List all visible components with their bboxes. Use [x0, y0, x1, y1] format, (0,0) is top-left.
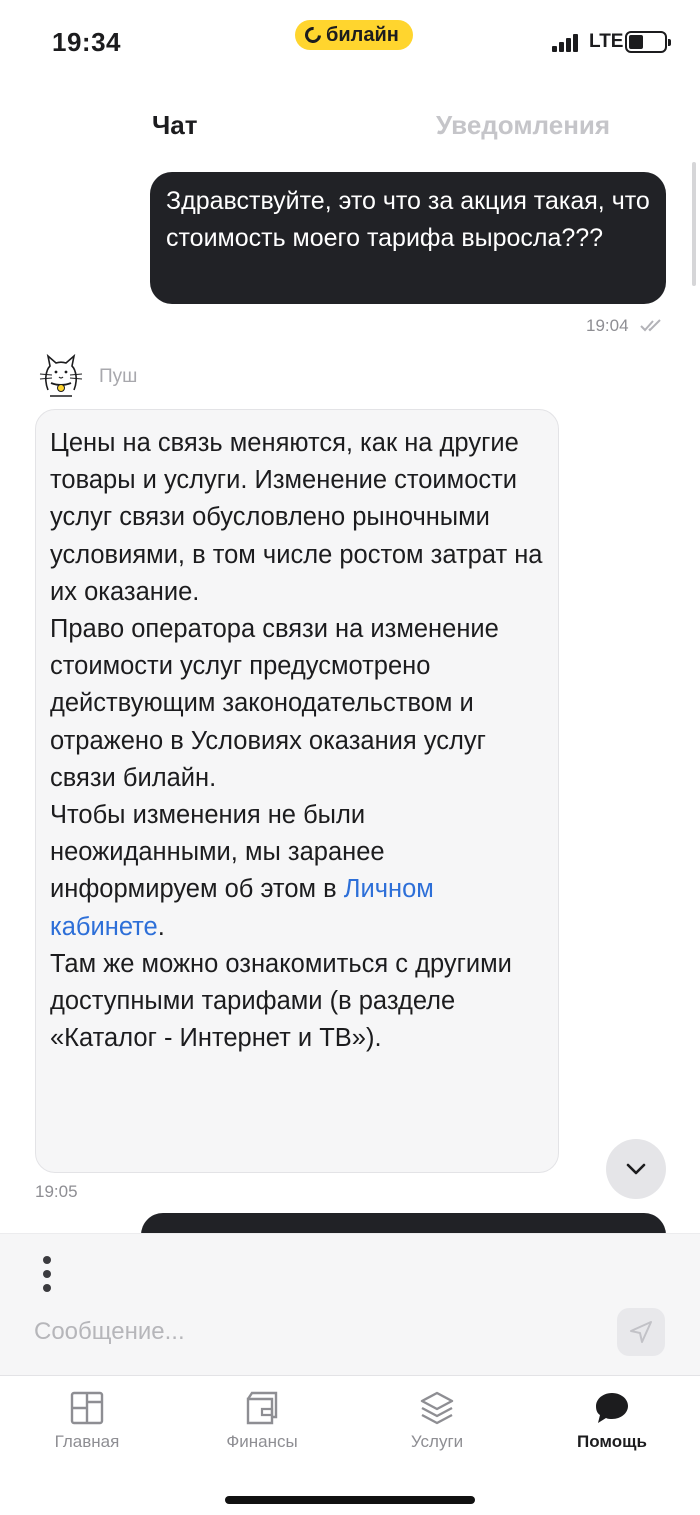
bot-paragraph: Цены на связь меняются, как на другие то…: [50, 429, 543, 606]
nav-label: Главная: [54, 1432, 120, 1451]
outgoing-message: Здравствуйте, это что за акция такая, чт…: [150, 172, 666, 304]
outgoing-message-text: Здравствуйте, это что за акция такая, чт…: [166, 187, 650, 252]
nav-label: Финансы: [226, 1432, 298, 1451]
battery-icon: [625, 31, 671, 53]
wallet-icon: [246, 1391, 278, 1425]
home-grid-icon: [70, 1391, 104, 1425]
nav-item-finance[interactable]: Финансы: [182, 1390, 342, 1480]
read-checkmarks-icon: [640, 319, 661, 332]
outgoing-message-time: 19:04: [586, 316, 629, 335]
beeline-logo-icon: [301, 23, 325, 47]
chat-tabs: Чат Уведомления: [0, 100, 700, 150]
send-icon: [630, 1321, 652, 1343]
message-composer: [0, 1233, 700, 1375]
bottom-navigation: Главная Финансы Услуги Помощь: [0, 1375, 700, 1515]
bot-name: Пуш: [99, 366, 138, 387]
incoming-message: Цены на связь меняются, как на другие то…: [35, 409, 559, 1173]
bot-paragraph: Право оператора связи на изменение стоим…: [50, 615, 499, 792]
bot-paragraph: Там же можно ознакомиться с другими дост…: [50, 949, 512, 1053]
tab-chat[interactable]: Чат: [152, 110, 197, 141]
incoming-message-time: 19:05: [35, 1182, 78, 1201]
chat-bubble-icon: [596, 1393, 628, 1423]
chevron-down-icon: [626, 1163, 646, 1175]
network-type: LTE: [589, 31, 624, 52]
status-time: 19:34: [52, 27, 121, 57]
chat-scrollbar[interactable]: [692, 162, 696, 286]
message-input[interactable]: [34, 1314, 594, 1350]
nav-item-services[interactable]: Услуги: [357, 1390, 517, 1480]
battery-level: [629, 35, 643, 49]
nav-label: Услуги: [410, 1432, 464, 1451]
send-button[interactable]: [617, 1308, 665, 1356]
tab-notifications[interactable]: Уведомления: [436, 110, 610, 141]
home-indicator[interactable]: [225, 1496, 475, 1504]
layers-icon: [420, 1391, 454, 1425]
scroll-to-bottom-button[interactable]: [606, 1139, 666, 1199]
carrier-badge: билайн: [295, 20, 413, 50]
cat-avatar-icon: [39, 353, 83, 397]
nav-label: Помощь: [577, 1432, 647, 1451]
bot-paragraph: Чтобы изменения не были неожиданными, мы…: [50, 801, 434, 941]
carrier-name: билайн: [326, 23, 399, 46]
nav-item-home[interactable]: Главная: [7, 1390, 167, 1480]
signal-strength-icon: [552, 34, 578, 52]
more-options-button[interactable]: [38, 1254, 58, 1294]
status-bar: 19:34 билайн LTE: [0, 0, 700, 80]
nav-item-help[interactable]: Помощь: [532, 1390, 692, 1480]
